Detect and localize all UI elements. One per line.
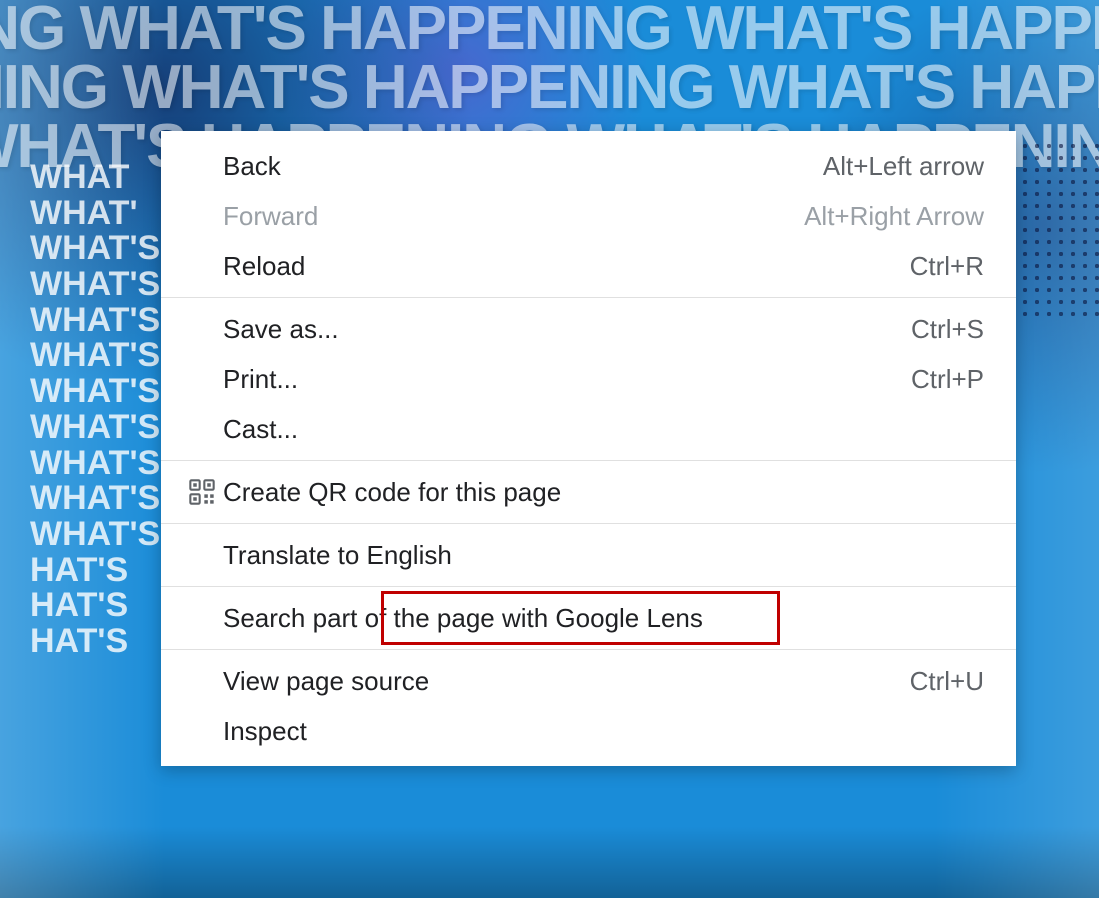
menu-label: Forward bbox=[223, 201, 804, 232]
menu-item-view-source[interactable]: View page source Ctrl+U bbox=[161, 656, 1016, 706]
menu-label: View page source bbox=[223, 666, 910, 697]
menu-item-inspect[interactable]: Inspect bbox=[161, 706, 1016, 756]
menu-item-cast[interactable]: Cast... bbox=[161, 404, 1016, 454]
menu-label: Back bbox=[223, 151, 823, 182]
menu-label: Print... bbox=[223, 364, 911, 395]
menu-shortcut: Ctrl+R bbox=[910, 251, 984, 282]
menu-label: Translate to English bbox=[223, 540, 984, 571]
menu-shortcut: Alt+Left arrow bbox=[823, 151, 984, 182]
menu-separator bbox=[161, 649, 1016, 650]
menu-label: Reload bbox=[223, 251, 910, 282]
menu-shortcut: Alt+Right Arrow bbox=[804, 201, 984, 232]
menu-shortcut: Ctrl+S bbox=[911, 314, 984, 345]
menu-separator bbox=[161, 586, 1016, 587]
menu-item-translate[interactable]: Translate to English bbox=[161, 530, 1016, 580]
menu-item-print[interactable]: Print... Ctrl+P bbox=[161, 354, 1016, 404]
menu-item-save-as[interactable]: Save as... Ctrl+S bbox=[161, 304, 1016, 354]
menu-item-google-lens[interactable]: Search part of the page with Google Lens bbox=[161, 593, 1016, 643]
menu-item-create-qr[interactable]: Create QR code for this page bbox=[161, 467, 1016, 517]
menu-label: Save as... bbox=[223, 314, 911, 345]
halftone-pattern bbox=[1019, 140, 1099, 320]
menu-separator bbox=[161, 460, 1016, 461]
menu-item-reload[interactable]: Reload Ctrl+R bbox=[161, 241, 1016, 291]
menu-label: Create QR code for this page bbox=[223, 477, 984, 508]
menu-item-back[interactable]: Back Alt+Left arrow bbox=[161, 141, 1016, 191]
menu-shortcut: Ctrl+P bbox=[911, 364, 984, 395]
menu-shortcut: Ctrl+U bbox=[910, 666, 984, 697]
menu-label: Cast... bbox=[223, 414, 984, 445]
menu-separator bbox=[161, 523, 1016, 524]
context-menu: Back Alt+Left arrow Forward Alt+Right Ar… bbox=[161, 131, 1016, 766]
menu-label: Inspect bbox=[223, 716, 984, 747]
menu-label: Search part of the page with Google Lens bbox=[223, 603, 984, 634]
menu-item-forward: Forward Alt+Right Arrow bbox=[161, 191, 1016, 241]
menu-separator bbox=[161, 297, 1016, 298]
qr-code-icon bbox=[181, 478, 223, 506]
